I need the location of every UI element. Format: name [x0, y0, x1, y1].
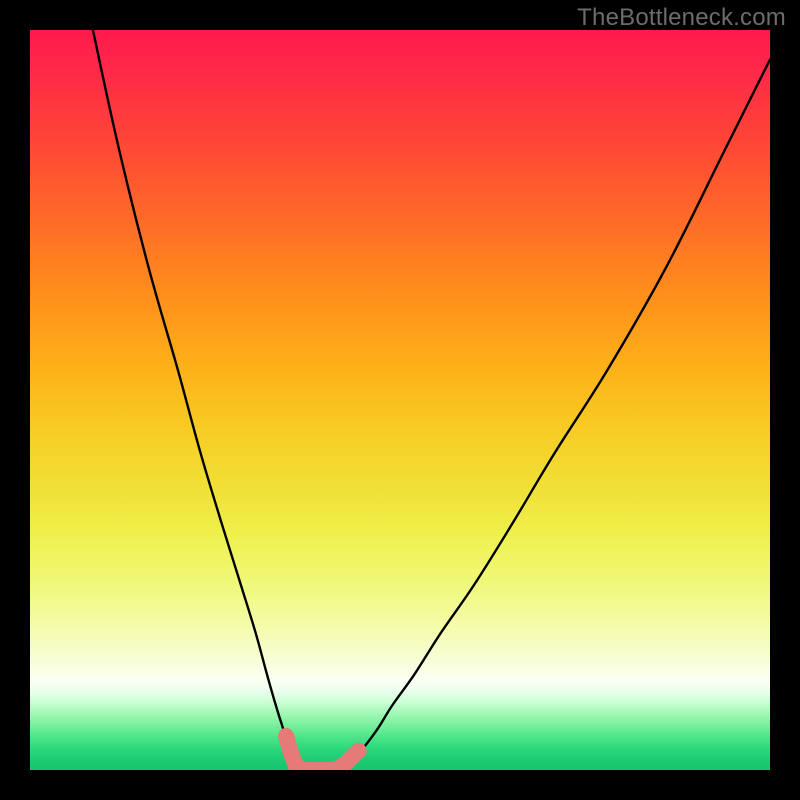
marker-point	[354, 746, 364, 756]
curve-left-curve	[93, 30, 300, 767]
chart-svg	[30, 30, 770, 770]
marker-point	[342, 757, 352, 767]
marker-point	[282, 744, 298, 760]
watermark-text: TheBottleneck.com	[577, 4, 786, 32]
chart-frame: TheBottleneck.com	[0, 0, 800, 800]
curve-right-curve	[343, 60, 770, 767]
plot-area	[30, 30, 770, 770]
marker-point	[281, 731, 291, 741]
